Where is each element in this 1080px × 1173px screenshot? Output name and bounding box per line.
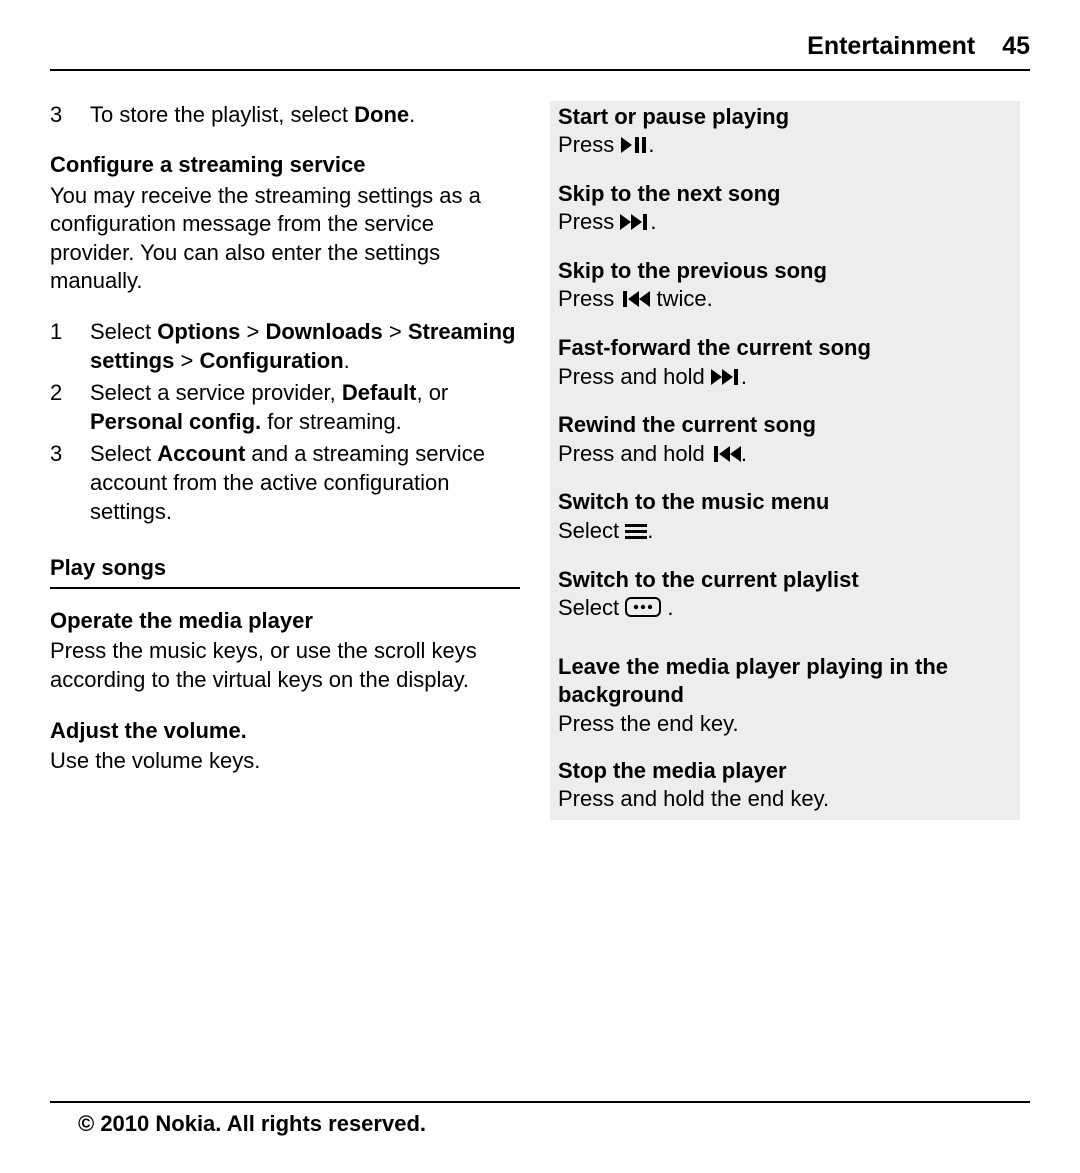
ffwd-text: Press and hold . bbox=[558, 363, 1012, 394]
volume-paragraph: Use the volume keys. bbox=[50, 747, 520, 776]
current-playlist-heading: Switch to the current playlist bbox=[558, 566, 1012, 595]
step-text: Select Account and a streaming service a… bbox=[90, 440, 520, 526]
background-heading: Leave the media player playing in the ba… bbox=[558, 653, 1012, 710]
configure-step: 1Select Options > Downloads > Streaming … bbox=[50, 318, 520, 375]
rewind-icon bbox=[711, 442, 741, 471]
background-text: Press the end key. bbox=[558, 710, 1012, 739]
prev-song-text: Press twice. bbox=[558, 285, 1012, 316]
step-number: 3 bbox=[50, 440, 90, 526]
manual-page: Entertainment 45 3 To store the playlist… bbox=[0, 0, 1080, 1173]
left-column: 3 To store the playlist, select Done. Co… bbox=[50, 101, 520, 820]
play-songs-rule bbox=[50, 587, 520, 589]
operate-heading: Operate the media player bbox=[50, 607, 520, 636]
skip-prev-icon bbox=[620, 287, 650, 316]
step-number: 1 bbox=[50, 318, 90, 375]
step-number: 2 bbox=[50, 379, 90, 436]
prev-song-block: Skip to the previous song Press twice. bbox=[558, 257, 1012, 316]
music-menu-heading: Switch to the music menu bbox=[558, 488, 1012, 517]
prev-song-heading: Skip to the previous song bbox=[558, 257, 1012, 286]
configure-paragraph: You may receive the streaming settings a… bbox=[50, 182, 520, 296]
ffwd-heading: Fast-forward the current song bbox=[558, 334, 1012, 363]
rewind-heading: Rewind the current song bbox=[558, 411, 1012, 440]
skip-next-icon bbox=[620, 210, 650, 239]
step-text: Select Options > Downloads > Streaming s… bbox=[90, 318, 520, 375]
start-pause-heading: Start or pause playing bbox=[558, 103, 1012, 132]
current-playlist-block: Switch to the current playlist Select . bbox=[558, 566, 1012, 625]
stop-heading: Stop the media player bbox=[558, 757, 1012, 786]
right-column: Start or pause playing Press . Skip to t… bbox=[550, 101, 1020, 820]
operate-paragraph: Press the music keys, or use the scroll … bbox=[50, 637, 520, 694]
next-song-block: Skip to the next song Press . bbox=[558, 180, 1012, 239]
step-text: Select a service provider, Default, or P… bbox=[90, 379, 520, 436]
section-title: Entertainment bbox=[807, 32, 975, 60]
page-header: Entertainment 45 bbox=[50, 30, 1030, 71]
music-menu-block: Switch to the music menu Select . bbox=[558, 488, 1012, 547]
start-pause-text: Press . bbox=[558, 131, 1012, 162]
rewind-text: Press and hold . bbox=[558, 440, 1012, 471]
fast-forward-icon bbox=[711, 365, 741, 394]
menu-list-icon bbox=[625, 519, 647, 548]
volume-heading: Adjust the volume. bbox=[50, 717, 520, 746]
music-menu-text: Select . bbox=[558, 517, 1012, 548]
next-song-heading: Skip to the next song bbox=[558, 180, 1012, 209]
page-number: 45 bbox=[1002, 32, 1030, 60]
stop-text: Press and hold the end key. bbox=[558, 785, 1012, 814]
ffwd-block: Fast-forward the current song Press and … bbox=[558, 334, 1012, 393]
configure-step: 2Select a service provider, Default, or … bbox=[50, 379, 520, 436]
current-playlist-text: Select . bbox=[558, 594, 1012, 625]
shaded-panel: Start or pause playing Press . Skip to t… bbox=[550, 101, 1020, 820]
configure-steps: 1Select Options > Downloads > Streaming … bbox=[50, 318, 520, 526]
playlist-store-step: 3 To store the playlist, select Done. bbox=[50, 101, 520, 130]
next-song-text: Press . bbox=[558, 208, 1012, 239]
copyright-footer: © 2010 Nokia. All rights reserved. bbox=[78, 1110, 426, 1139]
step-number: 3 bbox=[50, 101, 90, 130]
playlist-dots-icon bbox=[625, 596, 661, 625]
start-pause-block: Start or pause playing Press . bbox=[558, 103, 1012, 162]
step-text: To store the playlist, select Done. bbox=[90, 101, 520, 130]
play-songs-heading: Play songs bbox=[50, 554, 520, 583]
configure-heading: Configure a streaming service bbox=[50, 151, 520, 180]
play-pause-icon bbox=[620, 133, 648, 162]
rewind-block: Rewind the current song Press and hold . bbox=[558, 411, 1012, 470]
content-columns: 3 To store the playlist, select Done. Co… bbox=[50, 101, 1030, 820]
stop-block: Stop the media player Press and hold the… bbox=[558, 757, 1012, 814]
configure-step: 3Select Account and a streaming service … bbox=[50, 440, 520, 526]
footer-rule bbox=[50, 1101, 1030, 1103]
background-block: Leave the media player playing in the ba… bbox=[558, 653, 1012, 739]
